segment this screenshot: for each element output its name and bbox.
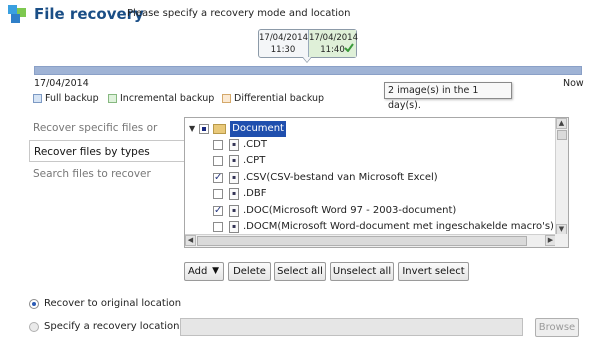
file-recovery-app-icon <box>6 3 28 25</box>
tree-item-row[interactable]: ▪ .DOC(Microsoft Word 97 - 2003-document… <box>213 203 456 219</box>
horizontal-scroll-thumb[interactable] <box>197 236 527 246</box>
cdt-file-icon: ▪ <box>229 139 239 151</box>
legend-incremental-backup-label: Incremental backup <box>120 93 215 104</box>
legend-full-backup-label: Full backup <box>45 93 99 104</box>
legend-incremental-backup: Incremental backup <box>108 93 214 104</box>
differential-backup-swatch <box>222 94 231 103</box>
timeline-start-label: 17/04/2014 <box>34 78 89 89</box>
tree-item-label: .DOC(Microsoft Word 97 - 2003-document) <box>243 205 457 216</box>
collapse-arrow-icon[interactable]: ▼ <box>189 121 195 137</box>
recovery-path-input[interactable] <box>180 318 523 336</box>
recover-original-option[interactable]: Recover to original location <box>29 298 181 309</box>
horizontal-scrollbar[interactable]: ◀ ▶ <box>185 234 556 247</box>
tree-item-row[interactable]: ▪ .CDT <box>213 137 267 153</box>
full-backup-swatch <box>33 94 42 103</box>
incremental-backup-swatch <box>108 94 117 103</box>
tree-root-label[interactable]: Document <box>230 121 286 137</box>
tree-item-label: .CPT <box>243 155 266 166</box>
backup-point-1-date: 17/04/2014 <box>259 33 308 43</box>
tree-item-row[interactable]: ▪ .CSV(CSV-bestand van Microsoft Excel) <box>213 170 438 186</box>
specify-location-label[interactable]: Specify a recovery location: <box>44 321 183 332</box>
add-button-label: Add <box>188 266 208 277</box>
tree-item-row[interactable]: ▪ .DBF <box>213 186 267 202</box>
specify-location-option[interactable]: Specify a recovery location: <box>29 321 183 332</box>
tree-item-row[interactable]: ▪ .CPT <box>213 153 265 169</box>
item-checkbox[interactable] <box>213 189 223 199</box>
csv-file-icon: ▪ <box>229 172 239 184</box>
scroll-up-icon[interactable]: ▲ <box>556 118 567 129</box>
tree-item-label: .CSV(CSV-bestand van Microsoft Excel) <box>243 172 438 183</box>
tree-root-row[interactable]: ▼ Document <box>189 121 286 137</box>
add-button[interactable]: Add ▼ <box>184 262 224 281</box>
tree-item-label: .DOCM(Microsoft Word-document met ingesc… <box>243 221 554 232</box>
browse-button[interactable]: Browse <box>535 318 579 337</box>
tree-item-row[interactable]: ▪ .DOCM(Microsoft Word-document met inge… <box>213 219 554 235</box>
recover-original-label[interactable]: Recover to original location <box>44 298 181 309</box>
mode-recover-specific-files[interactable]: Recover specific files or folders <box>29 117 187 156</box>
doc-file-icon: ▪ <box>229 205 239 217</box>
timeline-tooltip: 2 image(s) in the 1 day(s). <box>384 82 512 111</box>
invert-select-button[interactable]: Invert select <box>398 262 469 281</box>
item-checkbox[interactable] <box>213 222 223 232</box>
item-checkbox[interactable] <box>213 203 223 219</box>
unselect-all-button[interactable]: Unselect all <box>330 262 394 281</box>
backup-point-1-time: 11:30 <box>270 45 296 55</box>
docm-file-icon: ▪ <box>229 221 239 233</box>
item-checkbox[interactable] <box>213 170 223 186</box>
scrollbar-corner <box>555 234 568 247</box>
tree-item-label: .DBF <box>243 188 267 199</box>
folder-icon <box>213 124 227 134</box>
recover-original-radio[interactable] <box>29 298 39 309</box>
mode-search-files[interactable]: Search files to recover <box>29 163 187 185</box>
dbf-file-icon: ▪ <box>229 188 239 200</box>
tree-item-label: .CDT <box>243 139 267 150</box>
backup-point-2[interactable]: 17/04/2014 11:40 <box>308 30 358 57</box>
item-checkbox[interactable] <box>213 156 223 166</box>
timeline-bar[interactable] <box>34 66 582 75</box>
mode-recover-by-types[interactable]: Recover files by types <box>29 140 187 162</box>
file-type-tree[interactable]: ▼ Document ▪ .CDT ▪ .CPT ▪ .CSV(CSV-best… <box>184 117 569 248</box>
backup-point-selector[interactable]: 17/04/2014 11:30 17/04/2014 11:40 <box>258 29 358 58</box>
backup-point-1[interactable]: 17/04/2014 11:30 <box>259 30 308 57</box>
page-subtitle: Please specify a recovery mode and locat… <box>127 8 351 19</box>
legend-full-backup: Full backup <box>33 93 99 104</box>
check-icon <box>344 43 354 56</box>
bubble-pointer-inner <box>303 57 311 62</box>
cpt-file-icon: ▪ <box>229 155 239 167</box>
select-all-button[interactable]: Select all <box>274 262 326 281</box>
vertical-scroll-thumb[interactable] <box>557 130 567 140</box>
delete-button[interactable]: Delete <box>228 262 271 281</box>
vertical-scrollbar[interactable]: ▲ ▼ <box>555 118 568 235</box>
timeline-end-label: Now <box>563 78 584 89</box>
dropdown-arrow-icon: ▼ <box>212 266 219 276</box>
scroll-left-icon[interactable]: ◀ <box>185 235 196 246</box>
root-checkbox[interactable] <box>199 124 210 134</box>
specify-location-radio[interactable] <box>29 321 39 332</box>
item-checkbox[interactable] <box>213 140 223 150</box>
legend-differential-backup: Differential backup <box>222 93 324 104</box>
legend-differential-backup-label: Differential backup <box>234 93 325 104</box>
